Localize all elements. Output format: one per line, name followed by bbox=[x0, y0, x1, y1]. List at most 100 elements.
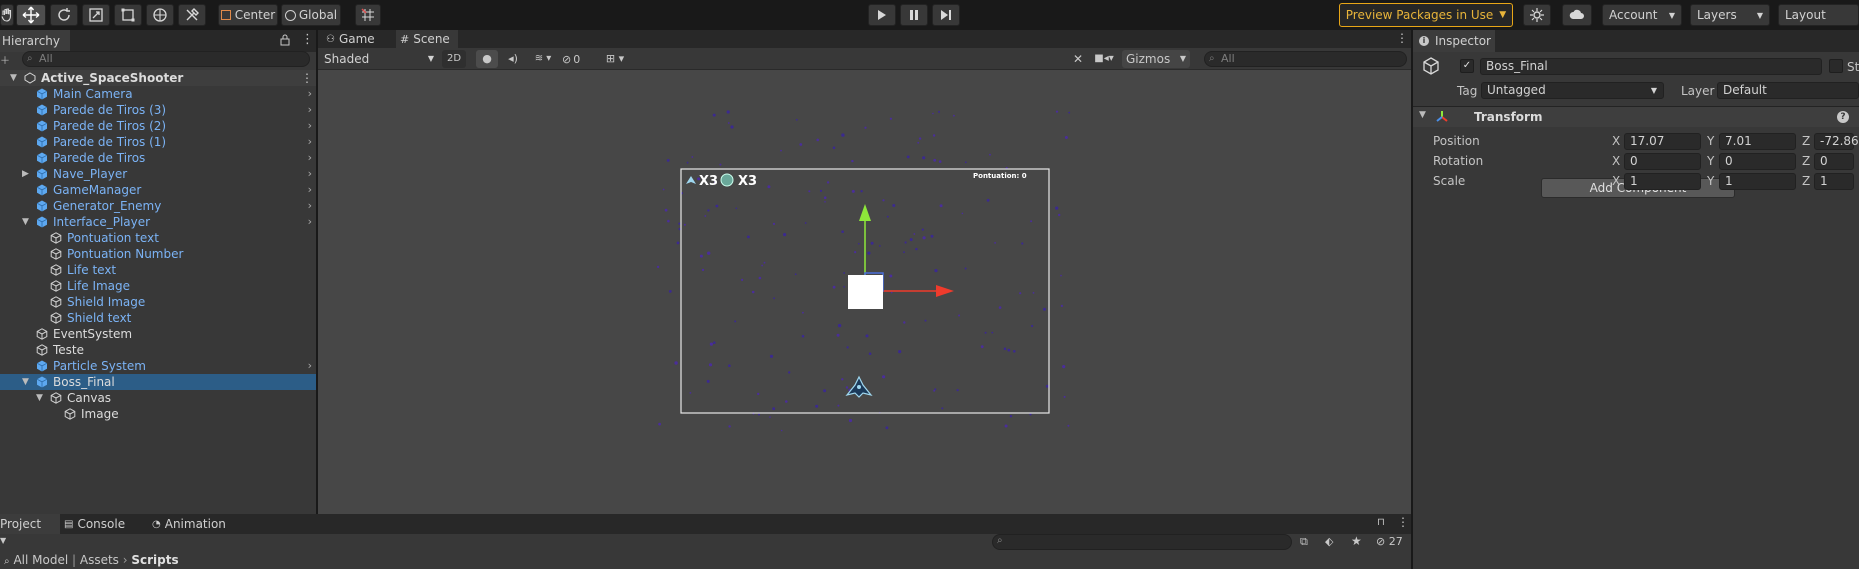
scale-y-field[interactable]: 1 bbox=[1719, 173, 1796, 190]
chevron-right-icon[interactable]: › bbox=[308, 198, 312, 214]
hierarchy-row[interactable]: GameManager › bbox=[0, 182, 316, 198]
services-gear-icon[interactable] bbox=[1523, 4, 1551, 26]
hierarchy-row[interactable]: Image bbox=[0, 406, 316, 422]
kebab-menu-icon[interactable]: ⋮ bbox=[1396, 31, 1408, 45]
tab-inspector[interactable]: i Inspector bbox=[1413, 30, 1495, 52]
scene-root-row[interactable]: ▼ Active_SpaceShooter ⋮ bbox=[0, 70, 316, 86]
tab-console[interactable]: ▤ Console bbox=[64, 514, 134, 534]
chevron-right-icon[interactable]: › bbox=[308, 102, 312, 118]
rect-tool-icon[interactable] bbox=[114, 4, 142, 26]
hierarchy-row[interactable]: EventSystem bbox=[0, 326, 316, 342]
layout-dropdown[interactable]: Layout bbox=[1778, 4, 1859, 26]
layer-dropdown[interactable]: Default bbox=[1717, 82, 1859, 99]
fold-open-icon[interactable]: ▼ bbox=[36, 390, 43, 406]
breadcrumb-all-model[interactable]: All Model bbox=[13, 553, 68, 567]
y-axis-label[interactable]: Y bbox=[1707, 134, 1714, 148]
pivot-center-toggle[interactable]: Center bbox=[218, 4, 278, 26]
position-z-field[interactable]: -72.860 bbox=[1814, 133, 1859, 150]
scale-x-field[interactable]: 1 bbox=[1624, 173, 1701, 190]
y-axis-label[interactable]: Y bbox=[1707, 154, 1714, 168]
scale-tool-icon[interactable] bbox=[82, 4, 110, 26]
project-search-input[interactable]: ⌕ bbox=[992, 534, 1292, 550]
hierarchy-row[interactable]: Parede de Tiros (1) › bbox=[0, 134, 316, 150]
add-object-button[interactable]: ＋ bbox=[0, 52, 16, 68]
custom-tools-icon[interactable] bbox=[178, 4, 206, 26]
label-filter-icon[interactable]: ⬖ bbox=[1325, 535, 1333, 548]
gizmos-dropdown[interactable]: Gizmos ▼ bbox=[1122, 50, 1190, 68]
hierarchy-row[interactable]: ▼ Interface_Player › bbox=[0, 214, 316, 230]
tab-animation[interactable]: ◔ Animation bbox=[152, 514, 242, 534]
rotation-z-field[interactable]: 0 bbox=[1814, 153, 1854, 170]
hierarchy-row[interactable]: Parede de Tiros (2) › bbox=[0, 118, 316, 134]
tag-dropdown[interactable]: Untagged ▼ bbox=[1481, 82, 1664, 99]
effects-layers-icon[interactable]: ≋ ▾ bbox=[528, 50, 558, 68]
hidden-objects-toggle[interactable]: ⊘ 0 bbox=[562, 50, 594, 68]
step-button[interactable] bbox=[932, 4, 960, 26]
chevron-right-icon[interactable]: › bbox=[308, 182, 312, 198]
create-dropdown-icon[interactable]: ▼ bbox=[0, 536, 6, 545]
z-axis-label[interactable]: Z bbox=[1802, 134, 1810, 148]
rotation-y-field[interactable]: 0 bbox=[1719, 153, 1796, 170]
chevron-right-icon[interactable]: › bbox=[308, 214, 312, 230]
hierarchy-row[interactable]: Pontuation Number bbox=[0, 246, 316, 262]
position-y-field[interactable]: 7.01 bbox=[1719, 133, 1796, 150]
hierarchy-row[interactable]: Pontuation text bbox=[0, 230, 316, 246]
draw-mode-dropdown[interactable]: Shaded ▼ bbox=[320, 50, 438, 68]
preview-packages-button[interactable]: Preview Packages in Use ▼ bbox=[1339, 3, 1513, 27]
hierarchy-row[interactable]: Main Camera › bbox=[0, 86, 316, 102]
lock-icon[interactable]: ⊓ bbox=[1377, 517, 1385, 528]
hierarchy-row[interactable]: Life Image bbox=[0, 278, 316, 294]
tab-game[interactable]: ⚇ Game bbox=[322, 30, 384, 48]
hierarchy-row[interactable]: Parede de Tiros › bbox=[0, 150, 316, 166]
hierarchy-row[interactable]: Shield Image bbox=[0, 294, 316, 310]
rotate-tool-icon[interactable] bbox=[50, 4, 78, 26]
lighting-bulb-icon[interactable]: ● bbox=[476, 50, 498, 68]
tab-scene[interactable]: # Scene bbox=[396, 30, 458, 48]
hierarchy-row[interactable]: Parede de Tiros (3) › bbox=[0, 102, 316, 118]
fold-open-icon[interactable]: ▼ bbox=[22, 374, 29, 390]
chevron-right-icon[interactable]: › bbox=[308, 358, 312, 374]
chevron-right-icon[interactable]: › bbox=[308, 118, 312, 134]
hierarchy-search-input[interactable]: ⌕ All bbox=[22, 51, 310, 67]
help-icon[interactable]: ? bbox=[1837, 111, 1849, 123]
hand-tool-icon[interactable] bbox=[0, 4, 14, 26]
grid-snap-icon[interactable] bbox=[355, 4, 381, 26]
layers-dropdown[interactable]: Layers ▼ bbox=[1690, 4, 1770, 26]
hierarchy-row[interactable]: ▼ Boss_Final bbox=[0, 374, 316, 390]
kebab-menu-icon[interactable]: ⋮ bbox=[301, 32, 314, 47]
chevron-right-icon[interactable]: › bbox=[308, 134, 312, 150]
fold-open-icon[interactable]: ▼ bbox=[22, 214, 29, 230]
tab-project[interactable]: Project bbox=[0, 514, 60, 534]
static-checkbox[interactable] bbox=[1829, 59, 1843, 73]
hierarchy-row[interactable]: Shield text bbox=[0, 310, 316, 326]
chevron-right-icon[interactable]: › bbox=[308, 166, 312, 182]
mode-2d-toggle[interactable]: 2D bbox=[442, 50, 466, 68]
z-axis-label[interactable]: Z bbox=[1802, 174, 1810, 188]
camera-icon[interactable]: ■◂▾ bbox=[1090, 50, 1118, 68]
gizmo-x-arrow-icon[interactable] bbox=[936, 285, 954, 297]
audio-speaker-icon[interactable]: ◂) bbox=[502, 50, 524, 68]
scene-search-input[interactable]: ⌕ All bbox=[1204, 51, 1407, 67]
fold-closed-icon[interactable]: ▶ bbox=[22, 166, 29, 182]
boss-final-sprite[interactable] bbox=[848, 275, 883, 309]
account-dropdown[interactable]: Account ▼ bbox=[1602, 4, 1682, 26]
tab-hierarchy[interactable]: Hierarchy bbox=[0, 30, 70, 52]
scene-viewport[interactable]: X3 X3 Pontuation: 0 bbox=[318, 71, 1411, 514]
favorite-star-icon[interactable]: ★ bbox=[1351, 534, 1362, 548]
y-axis-label[interactable]: Y bbox=[1707, 174, 1714, 188]
position-x-field[interactable]: 17.07 bbox=[1624, 133, 1701, 150]
asset-type-filter-icon[interactable]: ⧉ bbox=[1300, 535, 1308, 549]
x-axis-label[interactable]: X bbox=[1612, 134, 1620, 148]
scale-z-field[interactable]: 1 bbox=[1814, 173, 1854, 190]
transform-tool-icon[interactable] bbox=[146, 4, 174, 26]
grid-visibility-icon[interactable]: ⊞ ▾ bbox=[598, 50, 632, 68]
active-checkbox[interactable]: ✓ bbox=[1460, 59, 1474, 73]
play-button[interactable] bbox=[868, 4, 896, 26]
breadcrumb-scripts[interactable]: Scripts bbox=[131, 553, 178, 567]
pause-button[interactable] bbox=[900, 4, 928, 26]
chevron-right-icon[interactable]: › bbox=[308, 150, 312, 166]
hierarchy-row[interactable]: ▼ Canvas bbox=[0, 390, 316, 406]
z-axis-label[interactable]: Z bbox=[1802, 154, 1810, 168]
player-ship-icon[interactable] bbox=[845, 375, 873, 398]
lock-icon[interactable] bbox=[280, 34, 290, 46]
